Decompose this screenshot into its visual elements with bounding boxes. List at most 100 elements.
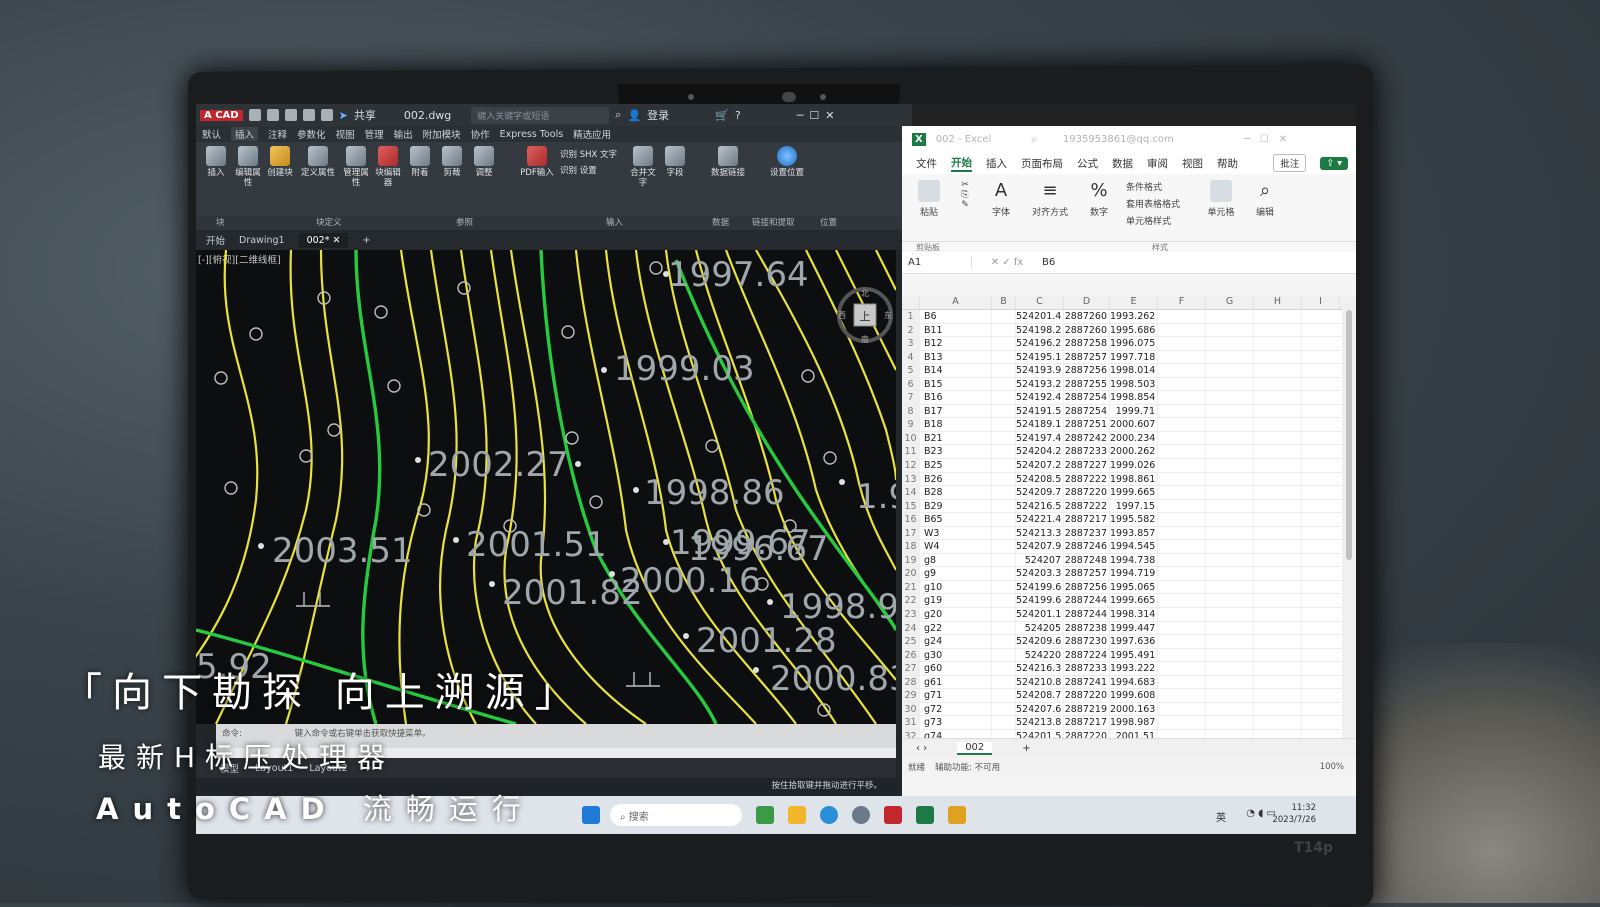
cell-y[interactable]: 2887219 (1064, 702, 1110, 716)
cell-id[interactable]: B65 (920, 513, 992, 526)
cell-y[interactable]: 2887254 (1064, 404, 1110, 418)
cell-empty[interactable] (1206, 526, 1254, 540)
sheet-nav-arrows[interactable]: ‹ › (916, 743, 927, 754)
cell-id[interactable]: B13 (920, 350, 992, 364)
close-button[interactable]: ✕ (1279, 134, 1287, 145)
cell-x[interactable]: 524210.8 (1016, 675, 1064, 689)
ribbon-tab[interactable]: 附加模块 (423, 127, 461, 141)
cell-x[interactable]: 524207.2 (1016, 459, 1064, 472)
cell-elevation[interactable]: 1993.222 (1110, 662, 1158, 675)
cell-empty[interactable] (1158, 391, 1206, 404)
cell-empty[interactable] (1206, 337, 1254, 350)
cell-id[interactable]: B26 (920, 472, 992, 486)
cell-x[interactable]: 524213.8 (1016, 716, 1064, 729)
cell-empty[interactable] (1158, 662, 1206, 675)
row-number[interactable]: 32 (902, 729, 920, 738)
column-header[interactable]: I (1302, 296, 1340, 309)
cell-empty[interactable] (1206, 540, 1254, 553)
cell-empty[interactable] (1254, 377, 1302, 391)
cell-empty[interactable] (992, 337, 1016, 350)
cell-empty[interactable] (1206, 431, 1254, 445)
table-row[interactable]: 21 g10 524199.6 2887256 1995.065 (902, 580, 1342, 595)
row-number[interactable]: 4 (902, 350, 920, 364)
field-button[interactable]: 字段 (661, 146, 689, 212)
taskbar-search[interactable]: ⌕ 搜索 (610, 804, 742, 826)
sheet-tab-002[interactable]: 002 (957, 742, 993, 755)
column-header[interactable]: E (1110, 296, 1158, 309)
cell-x[interactable]: 524199.6 (1016, 580, 1064, 594)
user-icon[interactable]: 👤 (627, 109, 641, 122)
cell-empty[interactable] (1254, 486, 1302, 499)
cell-empty[interactable] (1158, 323, 1206, 337)
cell-y[interactable]: 2887256 (1064, 580, 1110, 594)
cell-x[interactable]: 524213.3 (1016, 526, 1064, 540)
row-number[interactable]: 24 (902, 621, 920, 635)
row-number[interactable]: 15 (902, 499, 920, 513)
cell-y[interactable]: 2887242 (1064, 431, 1110, 445)
open-file-icon[interactable] (266, 109, 279, 121)
cell-elevation[interactable]: 1994.683 (1110, 675, 1158, 689)
table-row[interactable]: 30 g72 524207.6 2887219 2000.163 (902, 702, 1342, 717)
cell-empty[interactable] (992, 364, 1016, 377)
manage-attr-button[interactable]: 管理属性 (342, 146, 370, 212)
cell-elevation[interactable]: 1995.686 (1110, 323, 1158, 337)
cell-y[interactable]: 2887233 (1064, 662, 1110, 675)
row-number[interactable]: 8 (902, 404, 920, 418)
cell-empty[interactable] (1158, 675, 1206, 689)
search-input[interactable]: 键入关键字或短语 (471, 106, 610, 124)
cell-empty[interactable] (1254, 729, 1302, 738)
cell-empty[interactable] (1158, 729, 1206, 738)
minimize-button[interactable]: ─ (1244, 134, 1250, 145)
excel-taskbar-icon[interactable] (916, 806, 934, 824)
cell-elevation[interactable]: 1999.026 (1110, 459, 1158, 472)
cell-empty[interactable] (1206, 499, 1254, 513)
cell-empty[interactable] (1158, 621, 1206, 635)
cell-y[interactable]: 2887251 (1064, 418, 1110, 431)
table-row[interactable]: 22 g19 524199.6 2887244 1999.665 (902, 594, 1342, 609)
row-number[interactable]: 11 (902, 445, 920, 459)
cell-empty[interactable] (1158, 472, 1206, 486)
accessibility-status[interactable]: 辅助功能: 不可用 (935, 761, 1000, 773)
cell-empty[interactable] (1206, 635, 1254, 648)
cell-empty[interactable] (992, 526, 1016, 540)
cell-elevation[interactable]: 1999.447 (1110, 621, 1158, 635)
help-icon[interactable]: ? (735, 109, 741, 122)
cell-empty[interactable] (992, 486, 1016, 499)
table-row[interactable]: 4 B13 524195.1 2887257 1997.718 (902, 350, 1342, 365)
cell-x[interactable]: 524205 (1016, 621, 1064, 635)
cell-id[interactable]: g72 (920, 702, 992, 716)
cell-elevation[interactable]: 2001.51 (1110, 729, 1158, 738)
cell-y[interactable]: 2887222 (1064, 499, 1110, 513)
cell-y[interactable]: 2887238 (1064, 621, 1110, 635)
new-tab-plus-icon[interactable]: + (362, 235, 370, 246)
cell-elevation[interactable]: 1998.014 (1110, 364, 1158, 377)
row-number[interactable]: 20 (902, 567, 920, 580)
cell-empty[interactable] (1206, 729, 1254, 738)
cell-empty[interactable] (1158, 648, 1206, 662)
row-number[interactable]: 9 (902, 418, 920, 431)
ribbon-tab[interactable]: 默认 (202, 127, 221, 141)
doc-tab-drawing1[interactable]: Drawing1 (239, 235, 285, 246)
cell-empty[interactable] (1158, 580, 1206, 594)
spreadsheet-grid[interactable]: A B C D E F G H I 1 B6 524201.4 2887260 1993… (902, 296, 1342, 738)
search-icon[interactable]: ⌕ (615, 108, 621, 122)
table-row[interactable]: 9 B18 524189.1 2887251 2000.607 (902, 418, 1342, 432)
cell-empty[interactable] (992, 418, 1016, 431)
cell-x[interactable]: 524216.5 (1016, 499, 1064, 513)
row-number[interactable]: 13 (902, 472, 920, 486)
cell-y[interactable]: 2887248 (1064, 553, 1110, 567)
cell-empty[interactable] (1206, 404, 1254, 418)
table-row[interactable]: 15 B29 524216.5 2887222 1997.15 (902, 499, 1342, 514)
cell-x[interactable]: 524196.2 (1016, 337, 1064, 350)
table-row[interactable]: 32 g74 524201.5 2887220 2001.51 (902, 729, 1342, 738)
cell-x[interactable]: 524209.7 (1016, 486, 1064, 499)
cell-empty[interactable] (1254, 716, 1302, 729)
row-number[interactable]: 3 (902, 337, 920, 350)
font-button[interactable]: A 字体 (984, 180, 1018, 235)
edit-attr-button[interactable]: 编辑属性 (234, 146, 262, 212)
ribbon-tab[interactable]: 协作 (471, 127, 490, 141)
cell-id[interactable]: g61 (920, 675, 992, 689)
cell-empty[interactable] (1158, 364, 1206, 377)
cell-empty[interactable] (1206, 364, 1254, 377)
ribbon-tab[interactable]: 视图 (1182, 156, 1203, 171)
